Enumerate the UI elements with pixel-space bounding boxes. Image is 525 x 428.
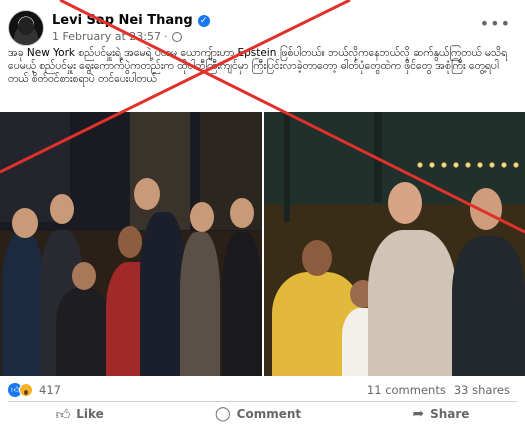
verified-badge-icon: ✓: [197, 14, 210, 27]
author-name[interactable]: Levi Sap Nei Thang: [52, 13, 193, 28]
author-meta: Levi Sap Nei Thang ✓ 1 February at 23:57…: [52, 13, 210, 43]
reactions-row: 👍︎ 417 11 comments 33 shares: [8, 380, 518, 400]
shares-count[interactable]: 33 shares: [454, 383, 510, 397]
comment-button[interactable]: ◯ Comment: [215, 403, 301, 425]
post-photos[interactable]: [0, 112, 525, 376]
more-options-icon[interactable]: •••: [480, 14, 511, 33]
photo-right[interactable]: [264, 112, 525, 376]
action-bar: 👍︎ Like ◯ Comment ➦ Share: [0, 403, 525, 425]
share-button[interactable]: ➦ Share: [412, 403, 469, 425]
share-arrow-icon: ➦: [412, 406, 425, 422]
author-avatar[interactable]: [8, 10, 44, 46]
wow-reaction-icon: [19, 383, 33, 397]
post-body-text: အခု New York စည်ပင်မှူးရဲ့ အမေရဲ့ ပထမ ယေ…: [8, 47, 508, 85]
string-lights: [414, 162, 524, 168]
post-timestamp[interactable]: 1 February at 23:57: [52, 30, 161, 43]
photo-left[interactable]: [0, 112, 262, 376]
engagement-counts: 11 comments 33 shares: [367, 383, 510, 397]
like-button[interactable]: 👍︎ Like: [56, 403, 104, 425]
post-header: Levi Sap Nei Thang ✓ 1 February at 23:57…: [8, 8, 210, 48]
like-label: Like: [76, 407, 104, 421]
divider: [8, 401, 517, 402]
comments-count[interactable]: 11 comments: [367, 383, 446, 397]
share-label: Share: [430, 407, 470, 421]
author-name-row: Levi Sap Nei Thang ✓: [52, 13, 210, 28]
globe-icon: [171, 31, 182, 42]
reaction-count[interactable]: 417: [39, 383, 61, 397]
facebook-post-card: Levi Sap Nei Thang ✓ 1 February at 23:57…: [0, 0, 525, 428]
thumbs-up-icon: 👍︎: [55, 406, 71, 423]
comment-label: Comment: [236, 407, 302, 421]
separator-dot: ·: [164, 30, 168, 43]
post-time-row: 1 February at 23:57 ·: [52, 30, 210, 43]
speech-bubble-icon: ◯: [214, 406, 231, 422]
